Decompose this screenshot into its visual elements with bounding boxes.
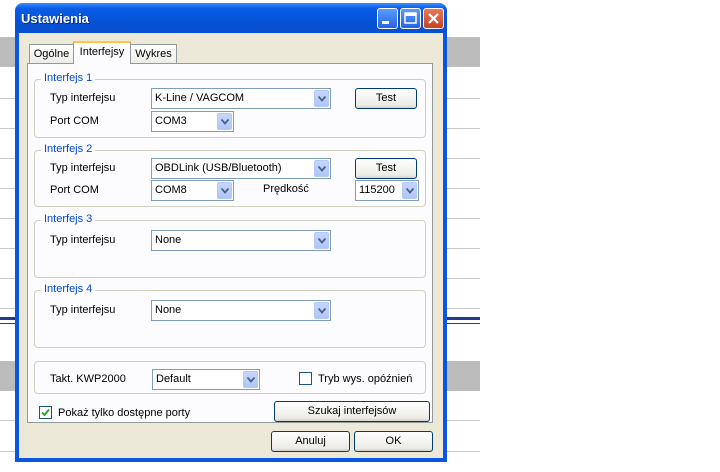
dialog-body: Ogólne Interfejsy Wykres Interfejs 1 Typ…: [19, 33, 443, 458]
show-ports-label: Pokaż tylko dostępne porty: [58, 407, 191, 419]
interface-type-label: Typ interfejsu: [50, 234, 116, 246]
button-label: OK: [385, 435, 402, 447]
group-interfejs-1: Interfejs 1 Typ interfejsu K-Line / VAGC…: [34, 72, 426, 138]
group-title: Interfejs 1: [41, 72, 96, 84]
interface-1-test-button[interactable]: Test: [355, 88, 417, 109]
kwp-label: Takt. KWP2000: [50, 373, 126, 385]
interface-4-type-select[interactable]: None: [151, 300, 331, 321]
chevron-down-icon: [318, 308, 326, 314]
select-value: Default: [156, 373, 191, 385]
tab-panel-interfejsy: Interfejs 1 Typ interfejsu K-Line / VAGC…: [27, 63, 433, 423]
search-interfaces-button[interactable]: Szukaj interfejsów: [274, 401, 430, 422]
minimize-icon: [382, 21, 389, 24]
check-icon: [41, 408, 50, 417]
maximize-icon: [404, 12, 417, 24]
interface-type-label: Typ interfejsu: [50, 162, 116, 174]
dropdown-button[interactable]: [314, 302, 329, 319]
chevron-down-icon: [318, 96, 326, 102]
select-value: None: [155, 304, 182, 316]
group-interfejs-2: Interfejs 2 Typ interfejsu OBDLink (USB/…: [34, 143, 426, 207]
tab-label: Wykres: [135, 48, 172, 60]
chevron-down-icon: [318, 238, 326, 244]
select-value: COM3: [155, 115, 187, 127]
interface-2-type-select[interactable]: OBDLink (USB/Bluetooth): [151, 158, 331, 179]
select-value: COM8: [155, 184, 187, 196]
chevron-down-icon: [406, 188, 414, 194]
window-title: Ustawienia: [21, 11, 89, 26]
close-icon: [428, 13, 439, 24]
minimize-button[interactable]: [377, 8, 398, 29]
interface-type-label: Typ interfejsu: [50, 304, 116, 316]
group-interfejs-3: Interfejs 3 Typ interfejsu None: [34, 213, 426, 278]
tab-interfejsy[interactable]: Interfejsy: [73, 41, 131, 64]
interface-2-test-button[interactable]: Test: [355, 158, 417, 179]
chevron-down-icon: [247, 377, 255, 383]
interface-1-type-select[interactable]: K-Line / VAGCOM: [151, 88, 331, 109]
ok-button[interactable]: OK: [354, 431, 433, 452]
tab-label: Ogólne: [33, 48, 70, 60]
chevron-down-icon: [318, 166, 326, 172]
port-com-label: Port COM: [50, 184, 99, 196]
interface-2-port-select[interactable]: COM8: [151, 180, 234, 201]
select-value: K-Line / VAGCOM: [155, 92, 245, 104]
dropdown-button[interactable]: [314, 160, 329, 177]
interface-3-type-select[interactable]: None: [151, 230, 331, 251]
kwp-timing-select[interactable]: Default: [152, 369, 260, 390]
chevron-down-icon: [221, 188, 229, 194]
speed-label: Prędkość: [263, 183, 309, 195]
button-label: Test: [375, 162, 397, 174]
dropdown-button[interactable]: [402, 182, 417, 199]
select-value: 115200: [359, 184, 395, 196]
tab-wykres[interactable]: Wykres: [130, 44, 177, 64]
button-label: Anuluj: [295, 435, 326, 447]
group-title: Interfejs 3: [41, 213, 96, 225]
cancel-button[interactable]: Anuluj: [271, 431, 350, 452]
delay-mode-label: Tryb wys. opóźnień: [318, 373, 413, 385]
maximize-button[interactable]: [400, 8, 421, 29]
settings-dialog: Ustawienia Ogólne Interfejsy Wykres Inte…: [15, 3, 447, 462]
tab-ogolne[interactable]: Ogólne: [29, 44, 74, 64]
interface-2-speed-select[interactable]: 115200: [355, 180, 419, 201]
group-title: Interfejs 2: [41, 143, 96, 155]
close-button[interactable]: [423, 8, 444, 29]
interface-type-label: Typ interfejsu: [50, 92, 116, 104]
delay-mode-checkbox[interactable]: [299, 372, 312, 385]
group-interfejs-4: Interfejs 4 Typ interfejsu None: [34, 283, 426, 348]
select-value: OBDLink (USB/Bluetooth): [155, 162, 282, 174]
dropdown-button[interactable]: [217, 182, 232, 199]
dropdown-button[interactable]: [217, 113, 232, 130]
dropdown-button[interactable]: [314, 90, 329, 107]
tab-label: Interfejsy: [79, 46, 125, 58]
interface-1-port-select[interactable]: COM3: [151, 111, 234, 132]
button-label: Test: [375, 92, 397, 104]
show-ports-checkbox[interactable]: [39, 406, 52, 419]
port-com-label: Port COM: [50, 115, 99, 127]
chevron-down-icon: [221, 119, 229, 125]
dropdown-button[interactable]: [314, 232, 329, 249]
group-kwp-settings: Takt. KWP2000 Default Tryb wys. opóźnień: [34, 361, 426, 394]
title-bar[interactable]: Ustawienia: [15, 3, 447, 33]
select-value: None: [155, 234, 182, 246]
button-label: Szukaj interfejsów: [307, 405, 397, 417]
dropdown-button[interactable]: [243, 371, 258, 388]
group-title: Interfejs 4: [41, 283, 96, 295]
